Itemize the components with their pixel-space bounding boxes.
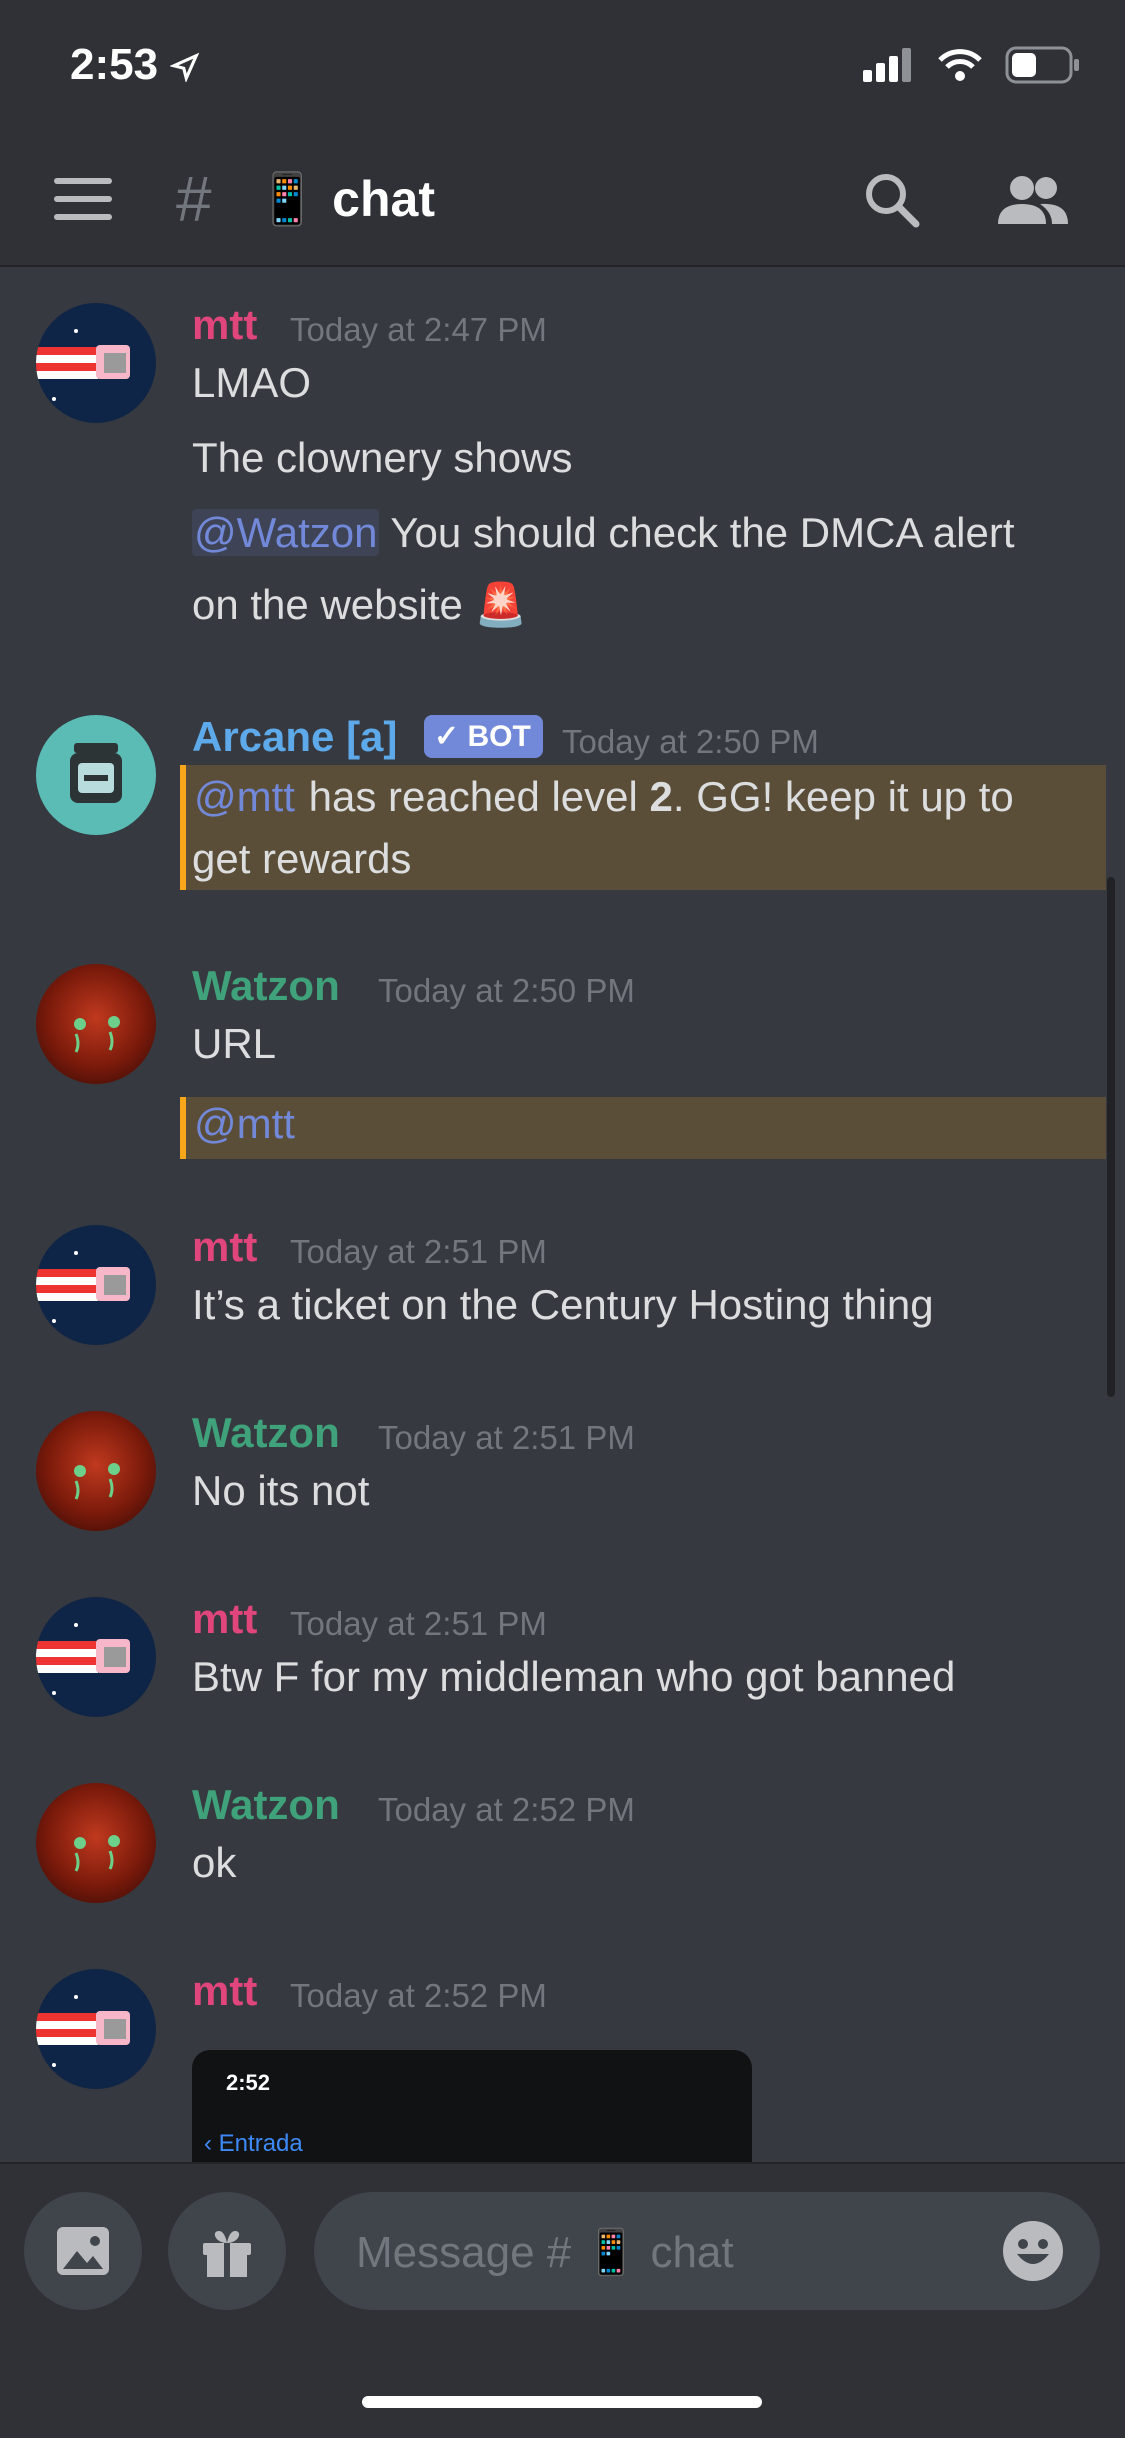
message-text-part: . GG! keep it up to bbox=[672, 773, 1014, 820]
channel-name: chat bbox=[332, 171, 435, 227]
timestamp: Today at 2:50 PM bbox=[378, 972, 635, 1009]
message-text: URL bbox=[192, 1020, 277, 1067]
avatar[interactable] bbox=[36, 1597, 156, 1717]
nyan-cat-avatar-icon bbox=[36, 1623, 130, 1695]
status-bar: 2:53 bbox=[0, 0, 1125, 140]
avatar[interactable] bbox=[36, 1783, 156, 1903]
timestamp: Today at 2:51 PM bbox=[378, 1419, 635, 1456]
username[interactable]: mtt bbox=[192, 1967, 257, 2015]
robot-avatar-icon bbox=[70, 743, 122, 803]
timestamp: Today at 2:47 PM bbox=[290, 311, 547, 348]
scrollbar[interactable] bbox=[1107, 877, 1115, 1397]
channel-title: 📱 chat bbox=[256, 170, 435, 229]
attachment-back-label: Entrada bbox=[218, 2130, 303, 2157]
message-text-rest: You should check the DMCA alert bbox=[379, 509, 1015, 556]
message-text: @mtt bbox=[192, 1100, 297, 1148]
attachment-time: 2:52 bbox=[226, 2070, 271, 2095]
message-list[interactable]: mtt Today at 2:47 PM LMAO The clownery s… bbox=[0, 267, 1125, 2162]
message-text: The clownery shows bbox=[192, 434, 573, 481]
face-avatar-icon bbox=[74, 1463, 120, 1500]
mention[interactable]: @mtt bbox=[192, 773, 297, 820]
message-input[interactable]: Message # 📱 chat bbox=[314, 2192, 1100, 2310]
avatar[interactable] bbox=[36, 303, 156, 423]
avatar[interactable] bbox=[36, 1969, 156, 2089]
username[interactable]: Watzon bbox=[192, 1781, 340, 1829]
message-text: @mtt has reached level 2. GG! keep it up… bbox=[192, 773, 1014, 821]
username[interactable]: Watzon bbox=[192, 962, 340, 1010]
timestamp: Today at 2:51 PM bbox=[290, 1605, 547, 1642]
cellular-signal-icon bbox=[863, 48, 911, 82]
nyan-cat-avatar-icon bbox=[36, 1995, 130, 2067]
location-arrow-icon bbox=[169, 53, 200, 84]
avatar[interactable] bbox=[36, 964, 156, 1084]
search-icon[interactable] bbox=[862, 170, 922, 230]
home-indicator[interactable] bbox=[362, 2396, 762, 2408]
timestamp: Today at 2:51 PM bbox=[290, 1233, 547, 1270]
nyan-cat-avatar-icon bbox=[36, 329, 130, 401]
status-time-text: 2:53 bbox=[70, 40, 159, 89]
menu-icon[interactable] bbox=[54, 178, 112, 222]
avatar[interactable] bbox=[36, 1225, 156, 1345]
timestamp: Today at 2:52 PM bbox=[290, 1977, 547, 2014]
channel-emoji: 📱 bbox=[256, 171, 319, 227]
message-text: get rewards bbox=[192, 835, 412, 882]
image-attachment[interactable]: 2:52 ‹ Entrada bbox=[192, 2050, 752, 2170]
message-text: @Watzon You should check the DMCA alert bbox=[192, 509, 1015, 557]
message-text: No its not bbox=[192, 1467, 370, 1514]
emoji-icon[interactable] bbox=[1000, 2218, 1066, 2284]
channel-hash-icon: # bbox=[176, 163, 212, 235]
gift-icon bbox=[203, 2231, 251, 2277]
timestamp: Today at 2:50 PM bbox=[562, 723, 819, 760]
bot-badge: ✓ BOT bbox=[424, 715, 543, 758]
message-input-placeholder: Message # 📱 chat bbox=[356, 2228, 734, 2277]
wifi-icon bbox=[938, 49, 982, 81]
username[interactable]: mtt bbox=[192, 301, 257, 349]
avatar[interactable] bbox=[36, 1411, 156, 1531]
mention[interactable]: @mtt bbox=[192, 1100, 297, 1147]
face-avatar-icon bbox=[74, 1016, 120, 1053]
message-text-part: has reached level bbox=[296, 773, 650, 820]
message-text: on the website 🚨 bbox=[192, 581, 527, 628]
attachment-back-link: ‹ Entrada bbox=[204, 2130, 303, 2157]
username[interactable]: mtt bbox=[192, 1595, 257, 1643]
bot-badge-label: BOT bbox=[467, 720, 531, 753]
battery-icon bbox=[1005, 46, 1079, 84]
username[interactable]: Watzon bbox=[192, 1409, 340, 1457]
status-time: 2:53 bbox=[70, 40, 200, 90]
username[interactable]: mtt bbox=[192, 1223, 257, 1271]
gift-button[interactable] bbox=[168, 2192, 286, 2310]
nyan-cat-avatar-icon bbox=[36, 1251, 130, 1323]
message-text: It’s a ticket on the Century Hosting thi… bbox=[192, 1281, 934, 1328]
face-avatar-icon bbox=[74, 1835, 120, 1872]
avatar[interactable] bbox=[36, 715, 156, 835]
image-icon bbox=[57, 2227, 109, 2275]
message-text: Btw F for my middleman who got banned bbox=[192, 1653, 956, 1700]
timestamp: Today at 2:52 PM bbox=[378, 1791, 635, 1828]
members-icon[interactable] bbox=[996, 170, 1070, 230]
message-text: ok bbox=[192, 1839, 237, 1886]
message-text: LMAO bbox=[192, 359, 312, 406]
status-icons bbox=[863, 46, 1081, 84]
level-number: 2 bbox=[649, 773, 673, 820]
mention-highlight bbox=[180, 1097, 1106, 1159]
channel-header: # 📱 chat bbox=[0, 140, 1125, 267]
mention[interactable]: @Watzon bbox=[192, 509, 380, 556]
attach-image-button[interactable] bbox=[24, 2192, 142, 2310]
username[interactable]: Arcane [a] bbox=[192, 713, 397, 761]
